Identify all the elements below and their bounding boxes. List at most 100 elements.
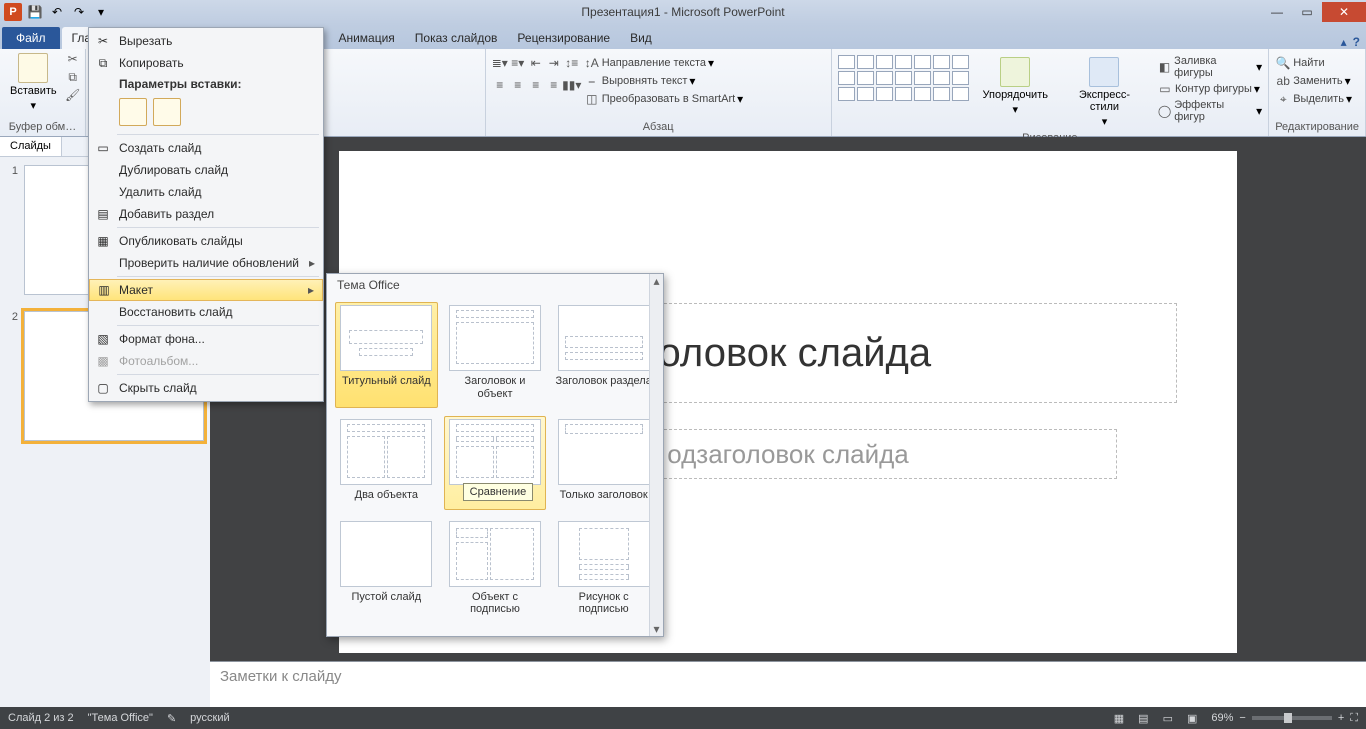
layout-comparison[interactable]: Сравнение Сравнение	[444, 416, 547, 510]
view-reading-icon[interactable]: ▭	[1163, 712, 1173, 725]
layout-title-slide[interactable]: Титульный слайд	[335, 302, 438, 408]
shape-outline-button[interactable]: Контур фигуры	[1175, 83, 1252, 95]
line-spacing-icon[interactable]: ↕≡	[564, 55, 580, 71]
context-menu: ✂Вырезать ⧉Копировать Параметры вставки:…	[88, 27, 324, 402]
ctx-check-updates[interactable]: Проверить наличие обновлений▸	[89, 252, 323, 274]
tab-file[interactable]: Файл	[2, 27, 60, 49]
language-indicator[interactable]: русский	[190, 712, 229, 724]
text-direction-icon: ↕A	[584, 55, 600, 71]
align-left-icon[interactable]: ≡	[492, 77, 508, 93]
view-normal-icon[interactable]: ▦	[1114, 712, 1124, 725]
publish-icon: ▦	[95, 233, 111, 249]
copy-icon[interactable]: ⧉	[65, 69, 81, 85]
zoom-in-icon[interactable]: +	[1338, 712, 1344, 724]
cut-icon[interactable]: ✂	[65, 51, 81, 67]
zoom-slider[interactable]	[1252, 716, 1332, 720]
spellcheck-icon[interactable]: ✎	[167, 712, 176, 725]
select-button[interactable]: Выделить	[1293, 93, 1344, 105]
shape-effects-button[interactable]: Эффекты фигур	[1174, 99, 1254, 123]
cut-icon: ✂	[95, 33, 111, 49]
paste-button[interactable]: Вставить ▾	[6, 51, 61, 114]
indent-icon[interactable]: ⇥	[546, 55, 562, 71]
text-direction-button[interactable]: Направление текста	[602, 57, 706, 69]
new-slide-icon: ▭	[95, 140, 111, 156]
group-clipboard: Вставить ▾ ✂ ⧉ 🖌 Буфер обм…	[0, 49, 86, 136]
outdent-icon[interactable]: ⇤	[528, 55, 544, 71]
layout-blank[interactable]: Пустой слайд	[335, 518, 438, 624]
shape-effects-icon: ◯	[1157, 103, 1172, 119]
tooltip: Сравнение	[463, 483, 534, 501]
hide-icon: ▢	[95, 380, 111, 396]
save-icon[interactable]: 💾	[26, 3, 44, 21]
ctx-cut[interactable]: ✂Вырезать	[89, 30, 323, 52]
columns-icon[interactable]: ▮▮▾	[564, 77, 580, 93]
ctx-duplicate-slide[interactable]: Дублировать слайд	[89, 159, 323, 181]
zoom-value[interactable]: 69%	[1211, 712, 1233, 724]
app-icon[interactable]: P	[4, 3, 22, 21]
tab-slides[interactable]: Слайды	[0, 137, 62, 156]
tab-view[interactable]: Вид	[620, 27, 662, 49]
tab-slideshow[interactable]: Показ слайдов	[405, 27, 508, 49]
minimize-button[interactable]: —	[1262, 2, 1292, 22]
align-text-icon: ⎯	[584, 73, 600, 89]
layout-content-caption[interactable]: Объект с подписью	[444, 518, 547, 624]
restore-button[interactable]: ▭	[1292, 2, 1322, 22]
ctx-add-section[interactable]: ▤Добавить раздел	[89, 203, 323, 225]
arrange-icon	[1000, 57, 1030, 87]
minimize-ribbon-icon[interactable]: ▴	[1341, 35, 1347, 49]
layout-two-content[interactable]: Два объекта	[335, 416, 438, 510]
replace-button[interactable]: Заменить	[1293, 75, 1342, 87]
window-controls: — ▭ ✕	[1262, 2, 1366, 22]
bullets-icon[interactable]: ≣▾	[492, 55, 508, 71]
paste-keep-format[interactable]	[119, 98, 147, 126]
view-sorter-icon[interactable]: ▤	[1138, 712, 1148, 725]
paste-options-header: Параметры вставки:	[89, 74, 323, 94]
help-icon[interactable]: ?	[1353, 35, 1360, 49]
undo-icon[interactable]: ↶	[48, 3, 66, 21]
copy-icon: ⧉	[95, 55, 111, 71]
quick-styles-button[interactable]: Экспресс-стили▾	[1062, 55, 1147, 130]
ctx-publish[interactable]: ▦Опубликовать слайды	[89, 230, 323, 252]
redo-icon[interactable]: ↷	[70, 3, 88, 21]
smartart-button[interactable]: Преобразовать в SmartArt	[602, 93, 735, 105]
justify-icon[interactable]: ≡	[546, 77, 562, 93]
theme-indicator: "Тема Office"	[88, 712, 153, 724]
find-icon: 🔍	[1275, 55, 1291, 71]
align-right-icon[interactable]: ≡	[528, 77, 544, 93]
album-icon: ▩	[95, 353, 111, 369]
ctx-new-slide[interactable]: ▭Создать слайд	[89, 137, 323, 159]
layout-title-only[interactable]: Только заголовок	[552, 416, 655, 510]
flyout-scrollbar[interactable]: ▴ ▾	[649, 274, 663, 636]
find-button[interactable]: Найти	[1293, 57, 1324, 69]
numbering-icon[interactable]: ≡▾	[510, 55, 526, 71]
notes-pane[interactable]: Заметки к слайду	[210, 661, 1366, 707]
qat-more-icon[interactable]: ▾	[92, 3, 110, 21]
shapes-gallery[interactable]	[838, 55, 969, 101]
close-button[interactable]: ✕	[1322, 2, 1366, 22]
tab-review[interactable]: Рецензирование	[507, 27, 620, 49]
ctx-delete-slide[interactable]: Удалить слайд	[89, 181, 323, 203]
layout-title-content[interactable]: Заголовок и объект	[444, 302, 547, 408]
shape-fill-button[interactable]: Заливка фигуры	[1174, 55, 1254, 79]
ctx-format-background[interactable]: ▧Формат фона...	[89, 328, 323, 350]
ctx-reset-slide[interactable]: Восстановить слайд	[89, 301, 323, 323]
view-slideshow-icon[interactable]: ▣	[1187, 712, 1197, 725]
scroll-down-icon[interactable]: ▾	[650, 622, 663, 636]
paste-picture[interactable]	[153, 98, 181, 126]
ctx-layout[interactable]: ▥Макет▸	[89, 279, 323, 301]
zoom-control: 69% − + ⛶	[1211, 712, 1358, 725]
align-text-button[interactable]: Выровнять текст	[602, 75, 688, 87]
ctx-hide-slide[interactable]: ▢Скрыть слайд	[89, 377, 323, 399]
layout-picture-caption[interactable]: Рисунок с подписью	[552, 518, 655, 624]
align-center-icon[interactable]: ≡	[510, 77, 526, 93]
bg-icon: ▧	[95, 331, 111, 347]
layout-section-header[interactable]: Заголовок раздела	[552, 302, 655, 408]
format-painter-icon[interactable]: 🖌	[65, 87, 81, 103]
scroll-up-icon[interactable]: ▴	[650, 274, 663, 288]
fit-window-icon[interactable]: ⛶	[1350, 712, 1358, 725]
tab-animation[interactable]: Анимация	[328, 27, 404, 49]
ctx-copy[interactable]: ⧉Копировать	[89, 52, 323, 74]
zoom-out-icon[interactable]: −	[1239, 712, 1245, 724]
layout-icon: ▥	[96, 282, 112, 298]
arrange-button[interactable]: Упорядочить▾	[979, 55, 1052, 118]
